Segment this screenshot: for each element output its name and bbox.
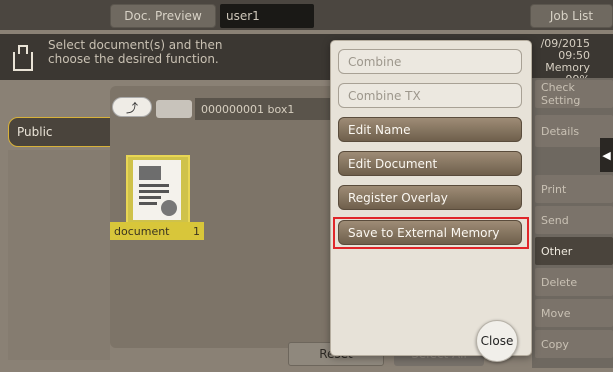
user-name: user1 bbox=[220, 4, 314, 28]
edit-document-button[interactable]: Edit Document bbox=[338, 151, 522, 176]
combine-tx-button[interactable]: Combine TX bbox=[338, 83, 522, 108]
box-label: 000000001 box1 bbox=[195, 98, 335, 120]
collapse-arrow-icon[interactable]: ◀ bbox=[600, 138, 613, 172]
instruction-text: Select document(s) and then choose the d… bbox=[48, 38, 248, 66]
edit-name-button[interactable]: Edit Name bbox=[338, 117, 522, 142]
up-folder-button[interactable]: ⤴ bbox=[112, 97, 152, 117]
document-name: document bbox=[114, 224, 170, 238]
copy-button[interactable]: Copy bbox=[535, 330, 613, 358]
highlight-box bbox=[333, 217, 529, 249]
close-button[interactable]: Close bbox=[476, 320, 518, 362]
other-button[interactable]: Other bbox=[535, 237, 613, 265]
document-preview-icon bbox=[133, 160, 181, 220]
check-setting-button[interactable]: Check Setting bbox=[535, 80, 613, 108]
up-arrow-icon: ⤴ bbox=[125, 100, 138, 115]
tab-public[interactable]: Public bbox=[8, 117, 112, 147]
print-button[interactable]: Print bbox=[535, 175, 613, 203]
instruction-line-1: Select document(s) and then bbox=[48, 38, 223, 52]
document-label[interactable]: document 1 bbox=[110, 222, 204, 240]
combine-button[interactable]: Combine bbox=[338, 49, 522, 74]
register-overlay-button[interactable]: Register Overlay bbox=[338, 185, 522, 210]
left-panel bbox=[8, 150, 110, 360]
doc-preview-button[interactable]: Doc. Preview bbox=[110, 4, 216, 28]
box-icon bbox=[156, 100, 192, 118]
document-icon bbox=[10, 42, 36, 72]
send-button[interactable]: Send bbox=[535, 206, 613, 234]
instruction-line-2: choose the desired function. bbox=[48, 52, 219, 66]
job-list-button[interactable]: Job List bbox=[530, 4, 613, 28]
delete-button[interactable]: Delete bbox=[535, 268, 613, 296]
document-count: 1 bbox=[193, 224, 200, 238]
move-button[interactable]: Move bbox=[535, 299, 613, 327]
